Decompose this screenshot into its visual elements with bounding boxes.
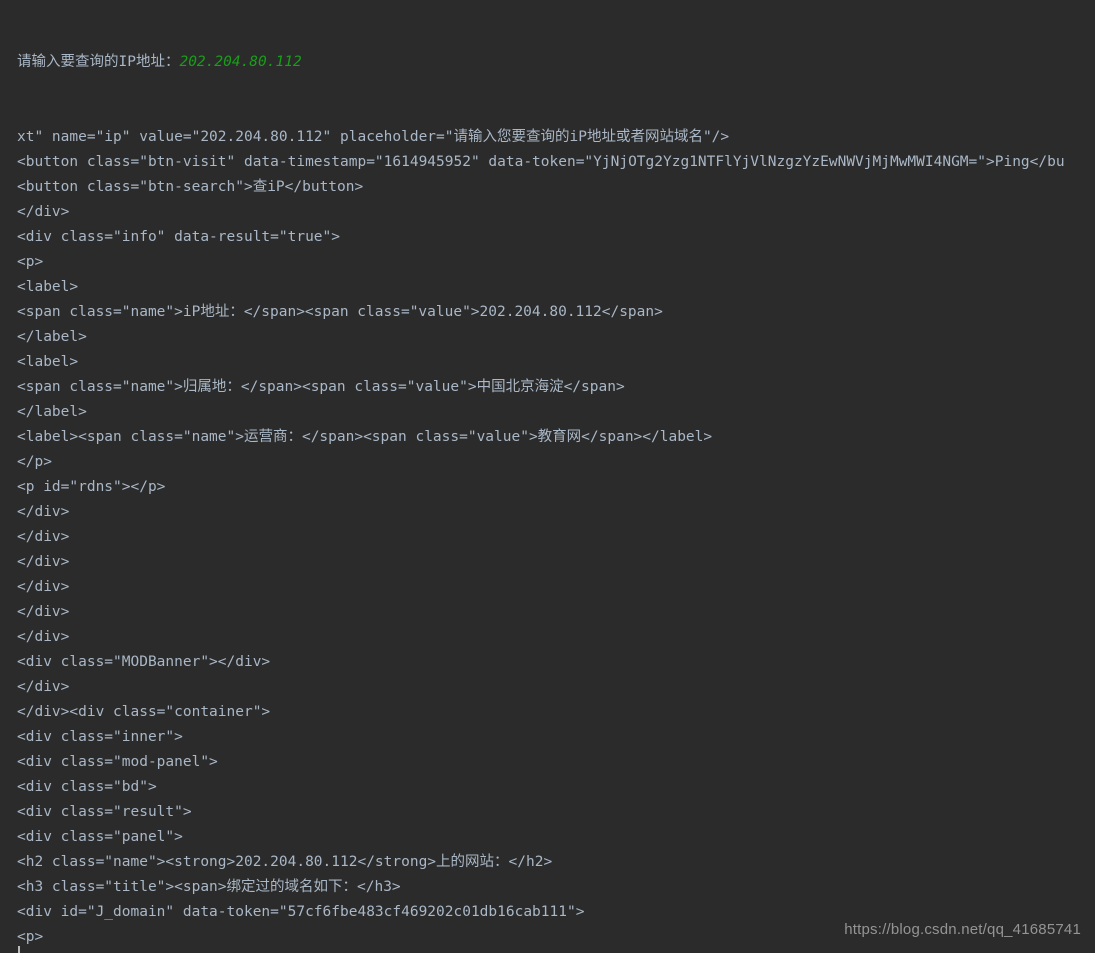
console-line: <div class="bd"> <box>17 779 157 795</box>
console-panel[interactable]: 请输入要查询的IP地址：202.204.80.112 xt" name="ip"… <box>0 0 1095 953</box>
console-line: </div> <box>17 554 70 570</box>
console-line: <div class="info" data-result="true"> <box>17 229 341 245</box>
console-line: xt" name="ip" value="202.204.80.112" pla… <box>17 129 730 145</box>
console-line: <button class="btn-search">查iP</button> <box>17 179 364 195</box>
console-line: </div> <box>17 679 70 695</box>
console-line: <div class="inner"> <box>17 729 183 745</box>
console-line: <div class="panel"> <box>17 829 183 845</box>
console-output-text[interactable]: 请输入要查询的IP地址：202.204.80.112 xt" name="ip"… <box>17 0 1095 953</box>
console-line: <div class="result"> <box>17 804 192 820</box>
console-line: </label> <box>17 329 87 345</box>
console-line: <p> <box>17 254 44 270</box>
console-line: <div class="MODBanner"></div> <box>17 654 271 670</box>
console-line: <button class="btn-visit" data-timestamp… <box>17 154 1065 170</box>
console-line: <p id="rdns"></p> <box>17 479 166 495</box>
console-line-prompt: 请输入要查询的IP地址：202.204.80.112 <box>17 50 1095 75</box>
console-line: </div> <box>17 629 70 645</box>
console-line: </div> <box>17 204 70 220</box>
console-line: <h2 class="name"><strong>202.204.80.112<… <box>17 854 553 870</box>
console-line: <h3 class="title"><span>绑定过的域名如下：</h3> <box>17 879 401 895</box>
console-line: <span class="name">归属地：</span><span clas… <box>17 379 625 395</box>
console-line: </label> <box>17 404 87 420</box>
prompt-value-ip: 202.204.80.112 <box>179 54 302 70</box>
text-caret <box>18 946 20 953</box>
console-line: </div> <box>17 529 70 545</box>
console-line: </div> <box>17 604 70 620</box>
console-line: <label> <box>17 279 79 295</box>
console-line: <label><span class="name">运营商：</span><sp… <box>17 429 713 445</box>
console-line: <span class="name">iP地址：</span><span cla… <box>17 304 663 320</box>
console-line: </div> <box>17 579 70 595</box>
watermark-url: https://blog.csdn.net/qq_41685741 <box>844 921 1081 938</box>
console-line: <label> <box>17 354 79 370</box>
console-line: <div class="mod-panel"> <box>17 754 218 770</box>
prompt-label: 请输入要查询的IP地址： <box>17 54 180 70</box>
console-line: </div><div class="container"> <box>17 704 271 720</box>
console-line: </div> <box>17 504 70 520</box>
console-line: </p> <box>17 454 52 470</box>
